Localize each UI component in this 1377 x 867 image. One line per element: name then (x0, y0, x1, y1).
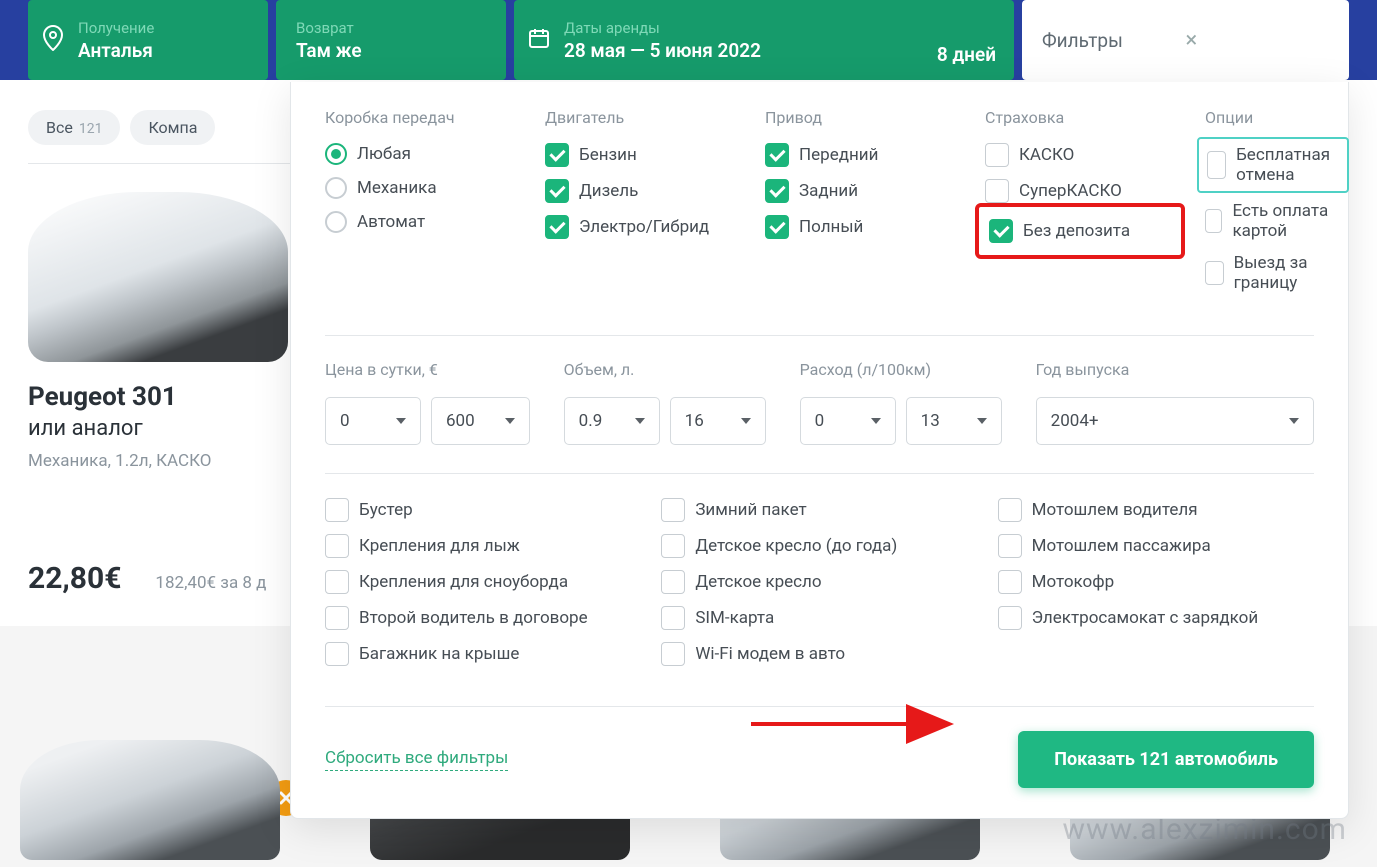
car-price: 22,80€ (28, 561, 121, 596)
reset-filters[interactable]: Сбросить все фильтры (325, 748, 508, 771)
show-results-button[interactable]: Показать 121 автомобиль (1018, 731, 1314, 788)
return-block[interactable]: Возврат Там же (276, 0, 506, 80)
chk-snowboard-rack[interactable]: Крепления для сноуборда (325, 570, 641, 594)
calendar-icon (528, 27, 550, 53)
chk-rear[interactable]: Задний (765, 179, 955, 203)
search-bar: Получение Анталья Возврат Там же Даты ар… (0, 0, 1377, 80)
sel-cons-min[interactable]: 0 (800, 397, 896, 445)
addons-grid: Бустер Крепления для лыж Крепления для с… (325, 498, 1314, 678)
car-specs: Механика, 1.2л, КАСКО (28, 451, 318, 471)
radio-manual[interactable]: Механика (325, 177, 515, 199)
dates-value: 28 мая — 5 июня 2022 (564, 39, 994, 62)
col-engine: Двигатель Бензин Дизель Электро/Гибрид (545, 108, 735, 305)
pickup-label: Получение (78, 19, 248, 37)
chk-cross-border[interactable]: Выезд за границу (1205, 253, 1341, 293)
range-consumption: Расход (л/100км) 0 13 (800, 360, 1002, 445)
chk-roof-rack[interactable]: Багажник на крыше (325, 642, 641, 666)
location-icon (42, 25, 64, 55)
highlight-free-cancel: Бесплатная отмена (1197, 137, 1349, 193)
chk-no-deposit[interactable]: Без депозита (989, 219, 1171, 243)
filters-input[interactable]: Фильтры × (1022, 0, 1349, 80)
chk-wifi-modem[interactable]: Wi-Fi модем в авто (661, 642, 977, 666)
pickup-block[interactable]: Получение Анталья (28, 0, 268, 80)
chk-hybrid[interactable]: Электро/Гибрид (545, 215, 735, 239)
return-value: Там же (296, 39, 486, 62)
pickup-value: Анталья (78, 39, 248, 62)
car-price-period: 182,40€ за 8 д (155, 573, 266, 593)
sel-price-max[interactable]: 600 (431, 397, 530, 445)
chk-child-seat[interactable]: Детское кресло (661, 570, 977, 594)
chk-driver-helmet[interactable]: Мотошлем водителя (998, 498, 1314, 522)
chk-escooter[interactable]: Электросамокат с зарядкой (998, 606, 1314, 630)
radio-any[interactable]: Любая (325, 143, 515, 165)
sel-vol-max[interactable]: 16 (670, 397, 766, 445)
chk-winter-pack[interactable]: Зимний пакет (661, 498, 977, 522)
filter-panel: Коробка передач Любая Механика Автомат Д… (290, 82, 1349, 819)
radio-auto[interactable]: Автомат (325, 211, 515, 233)
chk-sim-card[interactable]: SIM-карта (661, 606, 977, 630)
chk-moto-case[interactable]: Мотокофр (998, 570, 1314, 594)
sel-cons-max[interactable]: 13 (906, 397, 1002, 445)
range-year: Год выпуска 2004+ (1036, 360, 1314, 445)
range-volume: Объем, л. 0.9 16 (564, 360, 766, 445)
car-image (28, 192, 288, 362)
dates-label: Даты аренды (564, 19, 994, 37)
col-insurance: Страховка КАСКО СуперКАСКО Без депозита (985, 108, 1175, 305)
chk-front[interactable]: Передний (765, 143, 955, 167)
chk-baby-seat[interactable]: Детское кресло (до года) (661, 534, 977, 558)
chk-kasko[interactable]: КАСКО (985, 143, 1175, 167)
car-title: Peugeot 301 (28, 382, 318, 412)
return-label: Возврат (296, 19, 486, 37)
days-count: 8 дней (937, 43, 996, 66)
chk-full[interactable]: Полный (765, 215, 955, 239)
col-options: Опции Бесплатная отмена Есть оплата карт… (1205, 108, 1341, 305)
chk-petrol[interactable]: Бензин (545, 143, 735, 167)
range-price: Цена в сутки, € 0 600 (325, 360, 530, 445)
chk-passenger-helmet[interactable]: Мотошлем пассажира (998, 534, 1314, 558)
chip-all[interactable]: Все121 (28, 110, 120, 145)
col-drive: Привод Передний Задний Полный (765, 108, 955, 305)
highlight-no-deposit: Без депозита (975, 203, 1185, 259)
dates-block[interactable]: Даты аренды 28 мая — 5 июня 2022 8 дней (514, 0, 1014, 80)
car-card[interactable]: Peugeot 301 или аналог Механика, 1.2л, К… (28, 192, 318, 596)
filters-placeholder: Фильтры (1042, 29, 1186, 52)
car-subtitle: или аналог (28, 416, 318, 441)
sel-year[interactable]: 2004+ (1036, 397, 1314, 445)
car-thumb[interactable] (20, 740, 280, 860)
close-icon[interactable]: × (1186, 28, 1330, 53)
chk-booster[interactable]: Бустер (325, 498, 641, 522)
chk-card-payment[interactable]: Есть оплата картой (1205, 201, 1341, 241)
chk-diesel[interactable]: Дизель (545, 179, 735, 203)
chip-compact[interactable]: Компа (130, 110, 215, 145)
sel-price-min[interactable]: 0 (325, 397, 421, 445)
sel-vol-min[interactable]: 0.9 (564, 397, 660, 445)
chk-super-kasko[interactable]: СуперКАСКО (985, 179, 1175, 203)
col-gearbox: Коробка передач Любая Механика Автомат (325, 108, 515, 305)
chk-free-cancel[interactable]: Бесплатная отмена (1207, 145, 1339, 185)
chk-second-driver[interactable]: Второй водитель в договоре (325, 606, 641, 630)
chk-ski-rack[interactable]: Крепления для лыж (325, 534, 641, 558)
